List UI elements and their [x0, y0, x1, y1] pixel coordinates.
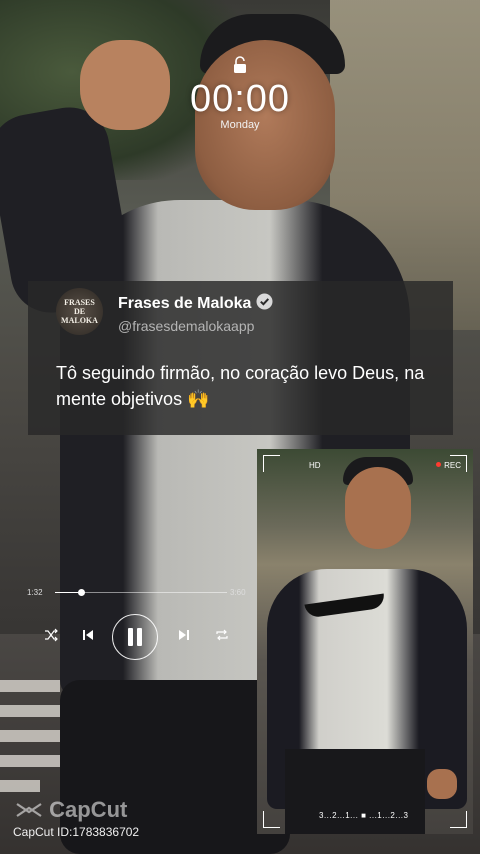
verified-badge-icon — [256, 293, 273, 315]
total-time: 3:60 — [230, 588, 246, 597]
capcut-logo: CapCut — [15, 797, 127, 823]
pause-button[interactable] — [112, 614, 158, 660]
next-icon[interactable] — [177, 628, 191, 642]
lockscreen-clock: 00:00 Monday — [0, 56, 480, 131]
pause-icon — [128, 628, 142, 646]
unlock-icon — [232, 56, 248, 74]
tweet-handle: @frasesdemalokaapp — [118, 318, 255, 334]
music-player: 1:32 3:60 — [0, 580, 260, 660]
frame-corner — [450, 455, 467, 472]
frame-corner — [263, 455, 280, 472]
resolution-label: HD — [309, 461, 321, 470]
capcut-id: CapCut ID:1783836702 — [13, 825, 140, 839]
frame-corner — [263, 811, 280, 828]
tweet-card: FRASES DE MALOKA Frases de Maloka @frase… — [28, 281, 453, 435]
camera-frame-photo: HD REC 3...2...1... ■ ...1...2...3 — [257, 449, 473, 834]
tweet-author-name: Frases de Maloka — [118, 293, 273, 315]
elapsed-time: 1:32 — [27, 588, 43, 597]
progress-knob[interactable] — [77, 589, 85, 596]
frame-corner — [450, 811, 467, 828]
capcut-icon — [16, 803, 42, 817]
repeat-icon[interactable] — [215, 628, 229, 642]
countdown-text: 3...2...1... ■ ...1...2...3 — [319, 811, 409, 820]
avatar: FRASES DE MALOKA — [56, 288, 103, 335]
clock-time: 00:00 — [189, 78, 291, 120]
shuffle-icon[interactable] — [44, 628, 58, 642]
tweet-text: Tô seguindo firmão, no coração levo Deus… — [56, 363, 425, 409]
previous-icon[interactable] — [81, 628, 95, 642]
clock-day: Monday — [220, 119, 260, 131]
progress-fill — [55, 592, 81, 593]
